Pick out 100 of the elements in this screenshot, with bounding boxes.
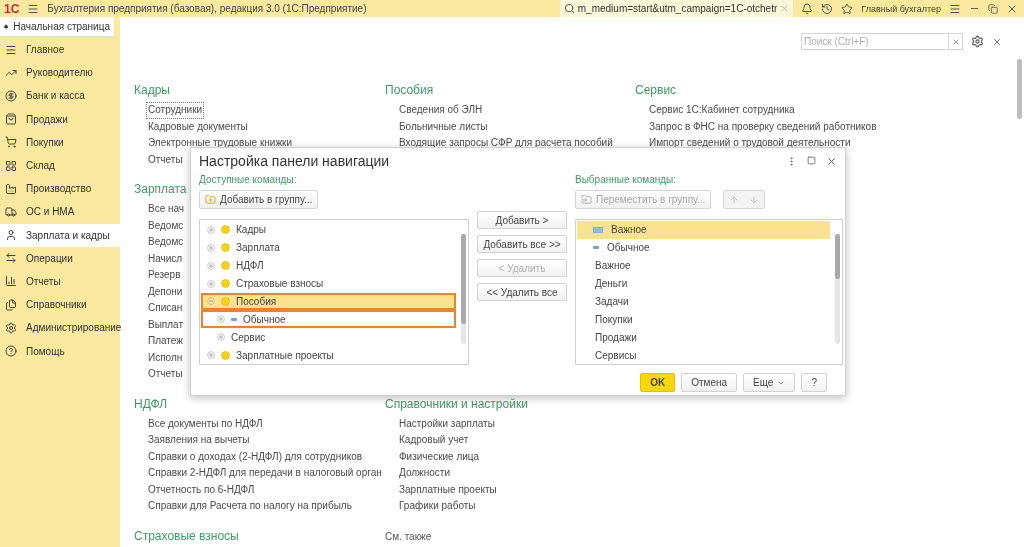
nav-link[interactable]: Справки о доходах (2-НДФЛ) для сотрудников xyxy=(146,448,365,465)
expand-icon[interactable] xyxy=(217,333,225,342)
nav-link[interactable]: Все документы по НДФЛ xyxy=(146,415,265,432)
nav-link[interactable]: Сведения об ЭЛН xyxy=(397,102,485,119)
nav-link[interactable]: Исполн xyxy=(146,349,185,366)
nav-link[interactable]: Отчетность по 6-НДФЛ xyxy=(146,481,257,498)
expand-icon[interactable] xyxy=(207,225,215,234)
list-item[interactable]: Задачи xyxy=(577,292,830,311)
nav-link[interactable]: Все нач xyxy=(146,201,187,218)
nav-link[interactable]: Отчеты xyxy=(146,366,185,383)
menu-icon[interactable] xyxy=(949,2,961,15)
tree-item[interactable]: Зарплатные проекты xyxy=(201,346,456,364)
nav-link[interactable]: Больничные листы xyxy=(397,118,490,135)
dialog-button[interactable]: ? xyxy=(801,373,827,392)
sidebar-item[interactable]: ОС и НМА xyxy=(0,200,120,224)
close-icon[interactable] xyxy=(826,155,837,167)
dialog-button[interactable]: Отмена xyxy=(681,373,738,392)
tree-item[interactable]: Кадры xyxy=(201,221,456,239)
settings-icon[interactable] xyxy=(971,35,984,48)
sidebar-item[interactable]: Администрирование xyxy=(0,316,120,340)
tree-item[interactable]: Зарплата xyxy=(201,238,456,257)
nav-link[interactable]: Выплат xyxy=(146,316,186,333)
star-icon[interactable] xyxy=(841,2,854,15)
nav-link[interactable]: Графики работы xyxy=(397,498,478,515)
nav-link[interactable]: Начисл xyxy=(146,250,185,267)
move-buttons[interactable] xyxy=(723,190,766,209)
search-field[interactable]: m_medium=start&utm_campaign=1C-otchetr xyxy=(559,0,794,17)
action-button[interactable]: Добавить все >> xyxy=(477,235,567,253)
nav-link[interactable]: Списан xyxy=(146,300,185,317)
tree-item[interactable]: Сервис xyxy=(201,328,456,347)
nav-link[interactable]: Отчеты xyxy=(146,151,185,168)
nav-link[interactable]: Справки 2-НДФЛ для передачи в налоговый орган xyxy=(146,465,384,482)
nav-link[interactable]: Должности xyxy=(397,465,452,482)
nav-link[interactable]: Настройки зарплаты xyxy=(397,415,497,432)
expand-icon[interactable] xyxy=(217,315,225,324)
action-button[interactable]: << Удалить все xyxy=(477,283,567,301)
restore-icon[interactable] xyxy=(988,3,998,14)
dialog-button[interactable]: OK xyxy=(640,373,676,392)
nav-link[interactable]: Платеж xyxy=(146,333,185,350)
down-button[interactable] xyxy=(744,191,765,208)
add-to-group-button[interactable]: Добавить в группу... xyxy=(199,190,319,209)
action-button[interactable]: Добавить > xyxy=(477,211,567,229)
factory-icon xyxy=(5,182,17,195)
nav-link[interactable]: Сотрудники xyxy=(146,102,205,119)
nav-link[interactable]: Зарплатные проекты xyxy=(397,481,499,498)
sidebar-item[interactable]: Справочники xyxy=(0,293,120,317)
scrollbar[interactable] xyxy=(835,234,840,344)
nav-link[interactable]: Ведомс xyxy=(146,234,186,251)
sidebar-item[interactable]: Склад xyxy=(0,153,120,178)
tree-item[interactable]: НДФЛ xyxy=(201,256,456,275)
nav-link[interactable]: Кадровые документы xyxy=(146,118,250,135)
sidebar-item[interactable]: Покупки xyxy=(0,130,120,154)
sidebar-item[interactable]: Зарплата и кадры xyxy=(0,223,120,247)
collapse-icon[interactable] xyxy=(207,297,215,306)
sidebar-item[interactable]: Отчеты xyxy=(0,269,120,294)
up-button[interactable] xyxy=(724,191,745,208)
list-item[interactable]: Деньги xyxy=(577,274,830,293)
maximize-icon[interactable] xyxy=(807,155,816,165)
sidebar-item[interactable]: Главное xyxy=(0,38,120,62)
nav-link[interactable]: Сервис 1С:Кабинет сотрудника xyxy=(647,102,797,119)
nav-link[interactable]: Электронные трудовые книжки xyxy=(146,135,295,152)
dialog-button[interactable]: Еще xyxy=(743,373,796,392)
nav-link[interactable]: Справки для Расчета по налогу на прибыль xyxy=(146,498,354,515)
list-item[interactable]: Покупки xyxy=(577,310,830,329)
expand-icon[interactable] xyxy=(207,279,215,288)
list-item[interactable]: Важное xyxy=(577,256,830,275)
clear-button[interactable] xyxy=(949,33,963,50)
sidebar-item[interactable]: Операции xyxy=(0,246,120,270)
sidebar-item[interactable]: Руководителю xyxy=(0,61,120,85)
close-icon[interactable] xyxy=(992,36,1002,47)
user-name[interactable]: Главный бухгалтер xyxy=(861,3,941,14)
nav-link[interactable]: Депони xyxy=(146,283,185,300)
nav-link[interactable]: Запрос в ФНС на проверку сведений работников xyxy=(647,118,879,135)
sidebar-item[interactable]: Помощь xyxy=(0,339,120,363)
list-item[interactable]: Обычное xyxy=(577,238,830,257)
tree-item[interactable]: Страховые взносы xyxy=(201,274,456,293)
tree-item[interactable]: Обычное xyxy=(201,310,456,329)
sidebar-item[interactable]: Продажи xyxy=(0,107,120,131)
nav-link[interactable]: Резерв xyxy=(146,267,183,284)
expand-icon[interactable] xyxy=(207,243,215,252)
sidebar-item[interactable]: Банк и касса xyxy=(0,84,120,108)
list-item[interactable]: Важное xyxy=(577,221,830,239)
menu-icon[interactable] xyxy=(27,2,40,15)
history-icon[interactable] xyxy=(821,2,834,15)
home-tab[interactable]: Начальная страница xyxy=(0,17,114,38)
expand-icon[interactable] xyxy=(207,351,215,360)
list-item[interactable]: Продажи xyxy=(577,328,830,347)
nav-link[interactable]: Физические лица xyxy=(397,448,482,465)
nav-link[interactable]: Заявления на вычеты xyxy=(146,432,252,449)
dash-icon xyxy=(593,246,599,250)
bell-icon[interactable] xyxy=(801,2,814,15)
scrollbar[interactable] xyxy=(461,234,466,344)
nav-link[interactable]: Кадровый учет xyxy=(397,432,471,449)
sidebar-item[interactable]: Производство xyxy=(0,177,120,201)
search-field[interactable]: Поиск (Ctrl+F) xyxy=(801,33,949,50)
list-item[interactable]: Сервисы xyxy=(577,346,830,364)
nav-link[interactable]: Ведомс xyxy=(146,217,186,234)
expand-icon[interactable] xyxy=(207,261,215,270)
tree-item[interactable]: Пособия xyxy=(201,292,456,311)
see-also-link[interactable]: См. также xyxy=(385,528,432,544)
